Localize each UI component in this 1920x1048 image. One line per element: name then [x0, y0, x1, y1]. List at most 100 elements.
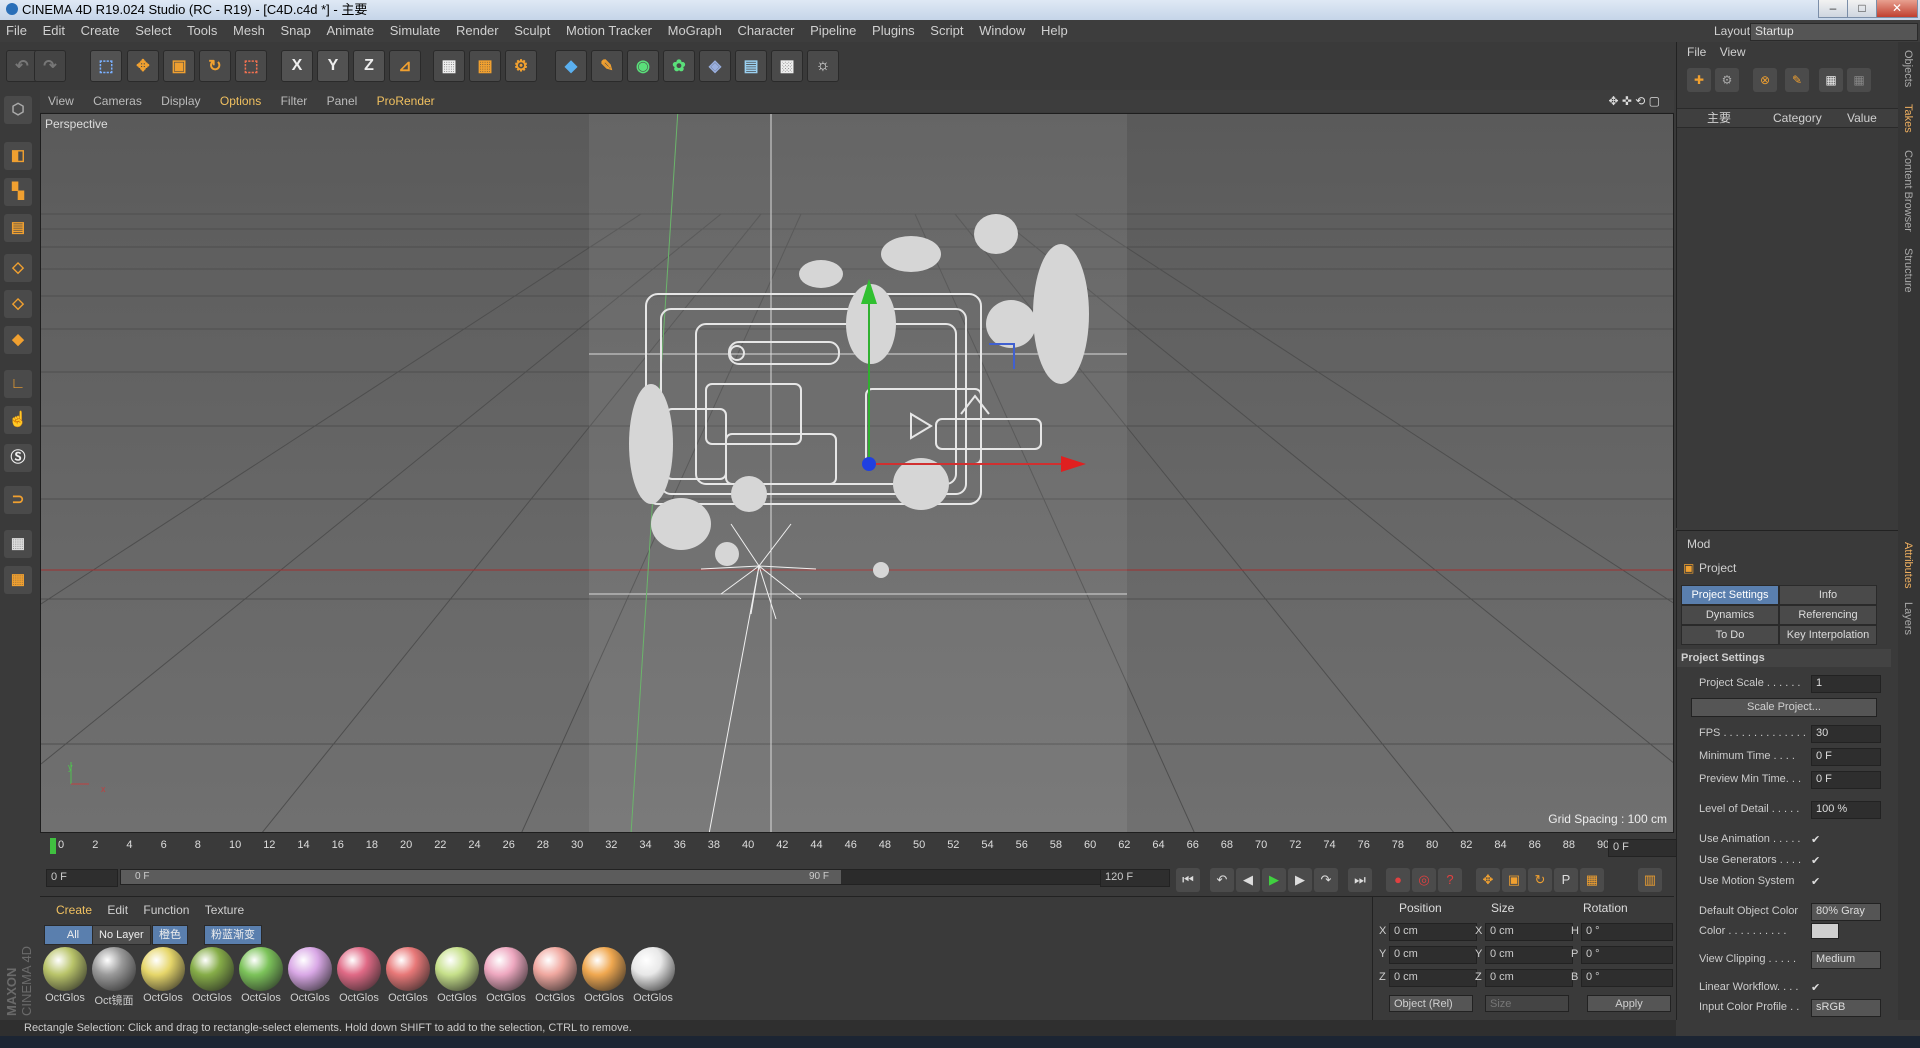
- menu-sculpt[interactable]: Sculpt: [514, 23, 550, 38]
- position-field[interactable]: 0 cm: [1389, 946, 1477, 964]
- attr-tab-key-interpolation[interactable]: Key Interpolation: [1779, 625, 1877, 645]
- current-frame-field[interactable]: 0 F: [1608, 839, 1678, 857]
- menu-render[interactable]: Render: [456, 23, 499, 38]
- viewport-menu-display[interactable]: Display: [161, 94, 200, 108]
- tab-takes[interactable]: Takes: [1902, 104, 1914, 133]
- axis-mode-icon[interactable]: ∟: [4, 370, 32, 398]
- subdivision-icon[interactable]: ◉: [627, 50, 659, 82]
- workplane-icon[interactable]: ▤: [4, 214, 32, 242]
- menu-motion-tracker[interactable]: Motion Tracker: [566, 23, 652, 38]
- color-swatch[interactable]: [1811, 923, 1839, 939]
- goto-end-icon[interactable]: ⏭: [1348, 868, 1372, 892]
- attr-tab-to-do[interactable]: To Do: [1681, 625, 1779, 645]
- menu-character[interactable]: Character: [737, 23, 794, 38]
- light-icon[interactable]: ☼: [807, 50, 839, 82]
- polygons-mode-icon[interactable]: ◆: [4, 326, 32, 354]
- tab-structure[interactable]: Structure: [1902, 248, 1914, 293]
- scale-icon[interactable]: ▣: [163, 50, 195, 82]
- attr-tab-info[interactable]: Info: [1779, 585, 1877, 605]
- tab-content-browser[interactable]: Content Browser: [1902, 150, 1914, 232]
- play-icon[interactable]: ▶: [1262, 868, 1286, 892]
- rotate-icon[interactable]: ↻: [199, 50, 231, 82]
- snapping-icon[interactable]: Ⓢ: [4, 444, 32, 472]
- view-clipping-select[interactable]: Medium: [1811, 951, 1881, 969]
- key-rotation-icon[interactable]: ↻: [1528, 868, 1552, 892]
- material-menu-edit[interactable]: Edit: [107, 903, 128, 917]
- playhead[interactable]: [50, 838, 56, 854]
- maximize-button[interactable]: □: [1847, 0, 1877, 18]
- prev-key-icon[interactable]: ↶: [1210, 868, 1234, 892]
- viewport-menu-filter[interactable]: Filter: [281, 94, 308, 108]
- planar-workplane-icon[interactable]: ▦: [4, 566, 32, 594]
- deformer-icon[interactable]: ◈: [699, 50, 731, 82]
- objects-menu-view[interactable]: View: [1720, 45, 1746, 59]
- material-tab-orange[interactable]: 橙色: [152, 925, 188, 945]
- floor-icon[interactable]: ▤: [735, 50, 767, 82]
- key-scale-icon[interactable]: ▣: [1502, 868, 1526, 892]
- texture-mode-icon[interactable]: ▚: [4, 178, 32, 206]
- object-icon-5[interactable]: ▦: [1819, 68, 1843, 92]
- material-tab-pink-blue[interactable]: 粉蓝渐变: [204, 925, 262, 945]
- menu-tools[interactable]: Tools: [187, 23, 217, 38]
- material-swatch[interactable]: OctGlos: [385, 947, 431, 1004]
- close-button[interactable]: ✕: [1876, 0, 1918, 18]
- menu-create[interactable]: Create: [81, 23, 120, 38]
- material-menu-texture[interactable]: Texture: [205, 903, 244, 917]
- object-icon-1[interactable]: ✚: [1687, 68, 1711, 92]
- prev-frame-icon[interactable]: ◀: [1236, 868, 1260, 892]
- material-swatch[interactable]: OctGlos: [630, 947, 676, 1004]
- viewport-nav-icons[interactable]: ✥ ✜ ⟲ ▢: [1608, 90, 1660, 112]
- size-field[interactable]: 0 cm: [1485, 946, 1573, 964]
- attr-mode-menu[interactable]: Mod: [1687, 537, 1710, 551]
- minimize-button[interactable]: –: [1818, 0, 1848, 18]
- key-position-icon[interactable]: ✥: [1476, 868, 1500, 892]
- menu-plugins[interactable]: Plugins: [872, 23, 915, 38]
- timeline-ruler[interactable]: 0 2 4 6 8 10 12 14 16 18 20 22 24 26 28 30 32 34 36 38 40 42 4…: [40, 836, 1678, 858]
- fps-field[interactable]: 30: [1811, 725, 1881, 743]
- coords-mode-select[interactable]: Object (Rel): [1389, 995, 1473, 1012]
- viewport-menu-options[interactable]: Options: [220, 94, 261, 108]
- viewport-menu-view[interactable]: View: [48, 94, 74, 108]
- range-slider[interactable]: 0 F 90 F: [120, 869, 1130, 885]
- rotation-field[interactable]: 0 °: [1581, 923, 1673, 941]
- menu-file[interactable]: File: [6, 23, 27, 38]
- material-swatch[interactable]: OctGlos: [140, 947, 186, 1004]
- next-frame-icon[interactable]: ▶: [1288, 868, 1312, 892]
- key-param-icon[interactable]: P: [1554, 868, 1578, 892]
- size-field[interactable]: 0 cm: [1485, 923, 1573, 941]
- pen-spline-icon[interactable]: ✎: [591, 50, 623, 82]
- project-scale-field[interactable]: 1: [1811, 675, 1881, 693]
- timeline-scheme-icon[interactable]: ▥: [1638, 868, 1662, 892]
- material-swatch[interactable]: Oct镜面: [91, 947, 137, 1008]
- magnet-icon[interactable]: ⊃: [4, 486, 32, 514]
- take-root-label[interactable]: 主要: [1707, 109, 1731, 127]
- rotation-field[interactable]: 0 °: [1581, 946, 1673, 964]
- coords-apply-button[interactable]: Apply: [1587, 995, 1671, 1012]
- objects-menu-file[interactable]: File: [1687, 45, 1706, 59]
- attr-tab-dynamics[interactable]: Dynamics: [1681, 605, 1779, 625]
- model-mode-icon[interactable]: ◧: [4, 142, 32, 170]
- position-field[interactable]: 0 cm: [1389, 923, 1477, 941]
- menu-mograph[interactable]: MoGraph: [668, 23, 722, 38]
- render-picture-viewer-icon[interactable]: ▦: [469, 50, 501, 82]
- menu-simulate[interactable]: Simulate: [390, 23, 441, 38]
- rotation-field[interactable]: 0 °: [1581, 969, 1673, 987]
- position-field[interactable]: 0 cm: [1389, 969, 1477, 987]
- menu-snap[interactable]: Snap: [280, 23, 310, 38]
- material-swatch[interactable]: OctGlos: [189, 947, 235, 1004]
- recent-tool-icon[interactable]: ⬚: [235, 50, 267, 82]
- z-axis-lock-button[interactable]: Z: [353, 50, 385, 82]
- tab-layers[interactable]: Layers: [1902, 602, 1914, 635]
- render-view-icon[interactable]: ▦: [433, 50, 465, 82]
- scale-project-button[interactable]: Scale Project...: [1691, 698, 1877, 717]
- material-swatch[interactable]: OctGlos: [336, 947, 382, 1004]
- coords-size-select[interactable]: Size: [1485, 995, 1569, 1012]
- x-axis-lock-button[interactable]: X: [281, 50, 313, 82]
- object-icon-2[interactable]: ⚙: [1715, 68, 1739, 92]
- next-key-icon[interactable]: ↷: [1314, 868, 1338, 892]
- edges-mode-icon[interactable]: ◇: [4, 290, 32, 318]
- keyframe-selection-icon[interactable]: ?: [1438, 868, 1462, 892]
- range-slider-handle[interactable]: 0 F 90 F: [121, 870, 841, 884]
- object-icon-4[interactable]: ✎: [1785, 68, 1809, 92]
- material-menu-create[interactable]: Create: [56, 903, 92, 917]
